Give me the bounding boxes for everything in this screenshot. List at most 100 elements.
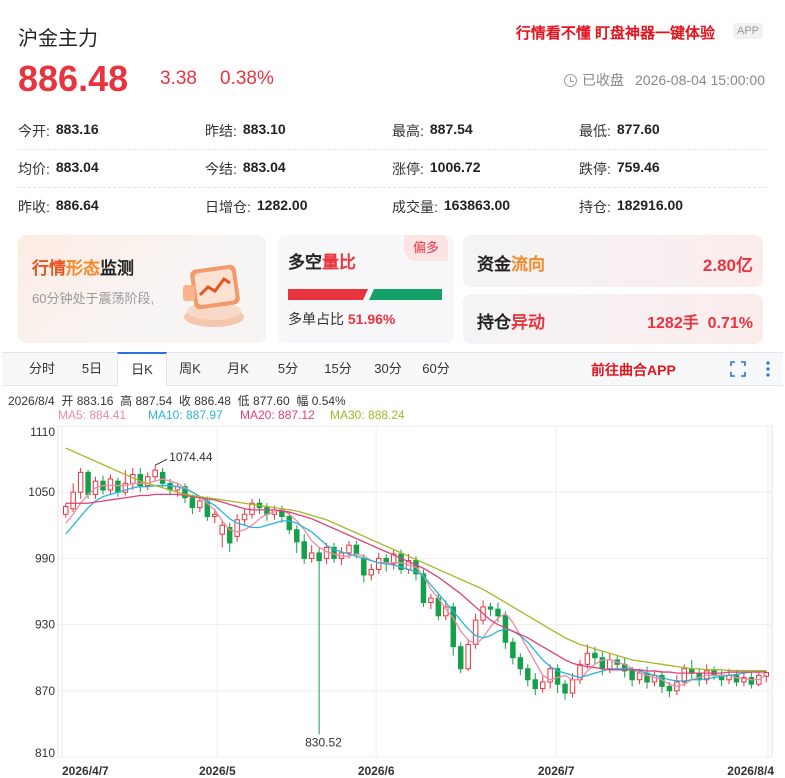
candle-body [241, 513, 248, 521]
bias-badge: 偏多 [404, 235, 448, 261]
last-price: 886.48 [18, 58, 129, 99]
high-marker-line [154, 458, 168, 466]
position-change-value: 1282手 0.71% [647, 315, 753, 332]
quote-stats: 今开: 883.16 昨结: 883.10 最高: 887.54 最低: 877.60 … [18, 112, 766, 225]
y-tick-label: 990 [35, 551, 55, 565]
more-menu-icon[interactable] [764, 360, 772, 378]
tab-intraday[interactable]: 分时 [20, 353, 64, 385]
stat-prev-close: 昨收: 886.64 [18, 196, 99, 215]
candle-body [428, 597, 434, 604]
stat-avg: 均价: 883.04 [18, 158, 99, 177]
stat-volume: 成交量: 163863.00 [392, 196, 511, 215]
long-short-bar [288, 287, 442, 300]
candle-body [376, 557, 382, 570]
price-change: 3.38 [160, 68, 197, 89]
candle-body [525, 668, 531, 681]
candle-body [286, 515, 293, 531]
candle-body [189, 497, 196, 509]
instrument-title: 沪金主力 [18, 28, 98, 50]
candle-body [532, 679, 538, 690]
candle-body [70, 491, 76, 510]
stats-row: 今开: 883.16 昨结: 883.10 最高: 887.54 最低: 877.60 [18, 112, 766, 150]
stat-limit-up: 涨停: 1006.72 [392, 158, 481, 177]
clock-icon [564, 73, 577, 87]
candle-body [689, 668, 695, 674]
fullscreen-icon[interactable] [730, 361, 746, 377]
candle-body [495, 608, 501, 617]
capital-flow-title: 资金流向 [477, 255, 545, 274]
candlestick-chart[interactable]: 1110 1050 990 930 870 810 2026/4/7 2026/5 2026/6… [0, 420, 785, 778]
stat-open-interest: 持仓: 182916.00 [579, 196, 684, 215]
candle-body [562, 683, 568, 694]
app-badge[interactable]: APP [733, 23, 764, 39]
long-ratio: 多单占比 51.96% [288, 311, 396, 327]
tab-30min[interactable]: 30分 [364, 353, 412, 385]
stat-limit-down: 跌停: 759.46 [579, 158, 660, 177]
candle-body [368, 568, 375, 576]
x-tick-label: 2026/6 [358, 764, 395, 778]
candle-body [316, 552, 322, 562]
candle-body [584, 652, 591, 665]
capital-flow-card[interactable]: 资金流向 2.80亿 [463, 235, 763, 287]
tab-weekly-k[interactable]: 周K [168, 353, 212, 385]
open-app-link[interactable]: 前往曲合APP [591, 360, 676, 380]
high-annotation: 1074.44 [169, 450, 213, 464]
promo-link[interactable]: 行情看不懂 盯盘神器一键体验 [516, 22, 715, 43]
x-tick-label: 2026/7 [538, 764, 575, 778]
stat-prev-settle: 昨结: 883.10 [205, 120, 286, 139]
tab-5day[interactable]: 5日 [70, 353, 114, 385]
candle-body [457, 646, 464, 670]
candle-body [77, 471, 84, 493]
ma-line-ma20 [65, 493, 767, 674]
candle-body [733, 674, 740, 683]
candle-body [301, 541, 307, 559]
period-tabs: 分时 5日 日K 周K 月K 5分 15分 30分 60分 前往曲合APP [2, 352, 783, 386]
ma-line-ma5 [65, 478, 767, 688]
candle-body [197, 500, 203, 509]
stat-open: 今开: 883.16 [18, 120, 99, 139]
candle-body [212, 513, 218, 517]
stat-high: 最高: 887.54 [392, 120, 473, 139]
candle-body [472, 619, 479, 645]
candle-body [629, 670, 635, 681]
candle-body [62, 506, 69, 515]
position-change-title: 持仓异动 [477, 313, 545, 332]
tab-5min[interactable]: 5分 [266, 353, 310, 385]
y-tick-label: 1050 [28, 485, 55, 499]
short-bar [369, 289, 442, 300]
candle-body [107, 478, 114, 491]
status-text: 已收盘 [582, 72, 624, 88]
candle-body [465, 643, 471, 670]
capital-flow-value: 2.80亿 [702, 256, 753, 275]
y-tick-label: 870 [35, 684, 55, 698]
tab-daily-k[interactable]: 日K [117, 352, 167, 386]
stat-settle: 今结: 883.04 [205, 158, 286, 177]
candle-body [748, 677, 755, 685]
pattern-monitor-card[interactable]: 行情形态监测 60分钟处于震荡阶段, [18, 235, 266, 343]
pattern-monitor-title: 行情形态监测 [32, 259, 134, 278]
stats-row: 昨收: 886.64 日增仓: 1282.00 成交量: 163863.00 持仓: 1… [18, 188, 766, 225]
tab-60min[interactable]: 60分 [412, 353, 460, 385]
status-datetime: 2026-08-04 15:00:00 [635, 72, 765, 88]
ma-line-ma10 [65, 484, 767, 682]
candle-body [308, 552, 315, 559]
y-tick-label: 930 [35, 618, 55, 632]
low-annotation: 830.52 [305, 735, 342, 749]
candle-body [592, 652, 598, 659]
y-tick-label: 810 [35, 746, 55, 760]
tab-15min[interactable]: 15分 [314, 353, 362, 385]
tab-monthly-k[interactable]: 月K [216, 353, 260, 385]
position-change-card[interactable]: 持仓异动 1282手 0.71% [463, 294, 763, 344]
candle-body [487, 606, 494, 610]
candle-body [219, 524, 225, 535]
long-short-card[interactable]: 多空量比 偏多 多单占比 51.96% [278, 235, 454, 343]
candle-body [361, 557, 367, 576]
stat-daily-oi-change: 日增仓: 1282.00 [205, 196, 308, 215]
long-short-title: 多空量比 [288, 253, 356, 272]
x-tick-label: 2026/4/7 [62, 764, 109, 778]
candle-body [346, 544, 352, 554]
stats-row: 均价: 883.04 今结: 883.04 涨停: 1006.72 跌停: 759.46 [18, 150, 766, 188]
candle-body [510, 641, 516, 659]
candle-body [115, 480, 121, 493]
candle-body [607, 659, 613, 670]
